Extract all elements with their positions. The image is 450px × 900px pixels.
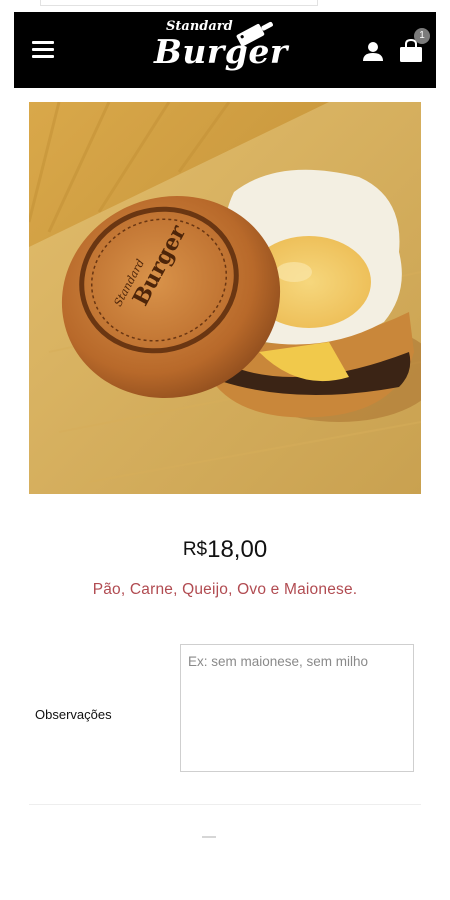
cleaver-icon [236,21,273,47]
observations-label: Observações [35,707,112,722]
cart-count-badge: 1 [414,28,430,44]
brand-logo[interactable]: Standard Burger [154,18,289,84]
user-icon[interactable] [362,40,384,62]
section-divider [29,804,421,805]
burger-photo[interactable]: Burger Standard [29,102,421,494]
product-price: R$18,00 [0,536,450,564]
product-description: Pão, Carne, Queijo, Ovo e Maionese. [92,581,358,598]
top-bar-edge [40,0,318,6]
observations-field[interactable] [180,644,414,772]
price-currency: R$ [182,539,208,560]
price-value: 18,00 [207,536,268,563]
loading-indicator [202,836,216,838]
burger-image: Burger Standard [29,102,421,494]
hamburger-menu-icon[interactable] [32,41,54,59]
site-header: Standard Burger 1 [14,12,436,88]
